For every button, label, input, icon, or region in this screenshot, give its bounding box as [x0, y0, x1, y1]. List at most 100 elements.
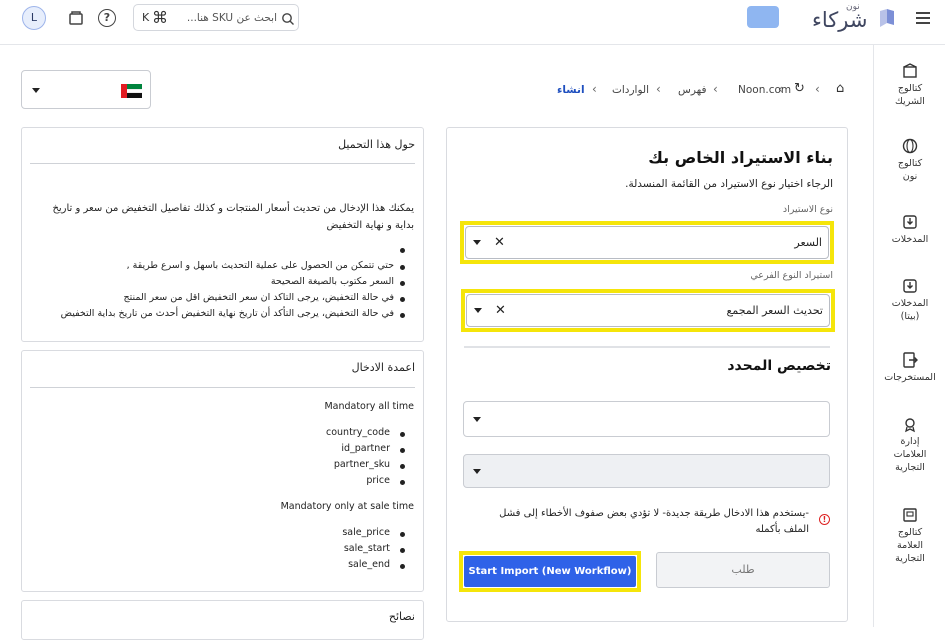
top-bar: L ? K ⌘ ابحث عن SKU هنا... نون شركاء: [0, 0, 945, 45]
divider: [30, 163, 415, 164]
logo-icon: [880, 9, 894, 27]
chevron-down-icon: [473, 469, 481, 474]
inbox-icon: [903, 215, 917, 229]
home-icon[interactable]: ⌂: [836, 81, 844, 96]
refresh-icon[interactable]: ↻: [794, 81, 805, 96]
inbox-icon: [903, 279, 917, 293]
sidebar-item-label: المدخلات (بيتا): [891, 298, 929, 322]
sidebar-item-label: المدخلات: [891, 234, 929, 245]
import-type-label: نوع الاستيراد: [782, 204, 833, 215]
import-type-value: السعر: [794, 236, 822, 249]
sidebar-item-label: المستخرجات: [884, 372, 936, 383]
store-icon[interactable]: [67, 9, 85, 27]
form-title: بناء الاستيراد الخاص بك: [648, 148, 833, 167]
column-field: partner_sku: [333, 459, 390, 470]
about-bullet: السعر مكتوب بالصيغة الصحيحة: [270, 276, 394, 287]
sidebar-item-inputs-beta[interactable]: المدخلات (بيتا): [874, 277, 945, 323]
clear-icon[interactable]: ✕: [494, 236, 505, 249]
catalog-icon: [903, 508, 917, 522]
breadcrumb-index[interactable]: فهرس: [678, 84, 706, 96]
search-bar[interactable]: K ⌘ ابحث عن SKU هنا...: [133, 4, 299, 31]
request-button-label: طلب: [731, 563, 755, 576]
sidebar-item-brand-catalog[interactable]: كتالوج العلامة التجارية: [874, 506, 945, 565]
breadcrumb-current: انشاء: [557, 84, 585, 96]
search-icon: [281, 11, 295, 25]
sidebar-item-noon-catalog[interactable]: كتالوج نون: [874, 137, 945, 183]
customize-select-2[interactable]: [463, 454, 830, 488]
column-field: price: [366, 475, 390, 486]
chevron-icon: ‹: [713, 82, 718, 96]
bullet: [400, 297, 405, 302]
request-button[interactable]: طلب: [656, 552, 830, 588]
column-field: sale_price: [342, 527, 390, 538]
import-type-select[interactable]: ✕ السعر: [465, 226, 829, 259]
columns-title: اعمدة الادخال: [351, 361, 415, 374]
import-form-panel: بناء الاستيراد الخاص بك الرجاء اختيار نو…: [446, 127, 848, 622]
column-field: country_code: [326, 427, 390, 438]
language-button[interactable]: [747, 6, 779, 28]
clear-icon[interactable]: ✕: [495, 304, 506, 317]
column-field: sale_start: [343, 543, 390, 554]
bullet: [400, 548, 405, 553]
form-subtitle: الرجاء اختيار نوع الاستيراد من القائمة ا…: [625, 178, 833, 190]
start-import-button[interactable]: Start Import (New Workflow): [464, 556, 636, 587]
divider: [464, 346, 830, 348]
bullet: [400, 281, 405, 286]
chevron-icon: ‹: [656, 82, 661, 96]
logo-main-text: شركاء: [812, 8, 868, 32]
uae-flag-icon: [121, 84, 142, 98]
bullet: [400, 432, 405, 437]
about-bullet: حتي تتمكن من الحصول على عملية التحديث با…: [126, 260, 394, 271]
sub-type-select[interactable]: ✕ تحديث السعر المجمع: [466, 294, 830, 327]
avatar-letter: L: [30, 11, 38, 24]
about-intro: يمكنك هذا الإدخال من تحديث أسعار المنتجا…: [52, 203, 414, 231]
sidebar-item-label: كتالوج نون: [897, 158, 923, 182]
menu-icon[interactable]: [916, 12, 930, 24]
bullet: [400, 313, 405, 318]
brand-icon: [905, 418, 915, 433]
cmd-icon: ⌘: [152, 8, 168, 27]
warning-text: -يستخدم هذا الادخال طريقة جديدة- لا تؤدي…: [499, 508, 809, 535]
sidebar-item-inputs[interactable]: المدخلات: [874, 213, 945, 246]
country-select[interactable]: [21, 70, 151, 109]
divider: [30, 387, 415, 388]
logo: نون شركاء: [810, 2, 900, 38]
tips-panel: نصائح: [21, 600, 424, 640]
mandatory-all-label: Mandatory all time: [324, 401, 414, 412]
chevron-icon: ‹: [592, 82, 597, 96]
bullet: [400, 448, 405, 453]
about-title: حول هذا التحميل: [338, 138, 415, 151]
about-bullet: في حالة التخفيض، يرجى التأكد أن تاريخ نه…: [60, 308, 394, 319]
box-icon: [903, 63, 917, 78]
customize-select-1[interactable]: [463, 401, 830, 437]
sidebar-item-brand-management[interactable]: إدارة العلامات التجارية: [874, 415, 945, 474]
tips-title: نصائح: [388, 610, 415, 623]
bullet: [400, 265, 405, 270]
about-panel: حول هذا التحميل يمكنك هذا الإدخال من تحد…: [21, 127, 424, 342]
warning-icon: !: [819, 514, 830, 525]
search-input[interactable]: ابحث عن SKU هنا...: [182, 12, 277, 24]
bullet: [400, 248, 405, 253]
bullet: [400, 564, 405, 569]
about-bullet: في حالة التخفيض، يرجى التاكد ان سعر التخ…: [123, 292, 394, 303]
breadcrumb-noon[interactable]: Noon.com: [738, 84, 791, 96]
bullet: [400, 464, 405, 469]
sidebar-item-label: إدارة العلامات التجارية: [893, 436, 927, 473]
chevron-down-icon: [473, 240, 481, 245]
bullet: [400, 480, 405, 485]
start-import-label: Start Import (New Workflow): [468, 566, 632, 577]
customize-title: تخصيص المحدد: [727, 358, 831, 374]
chevron-down-icon: [473, 417, 481, 422]
chevron-down-icon: [32, 88, 40, 93]
column-field: sale_end: [348, 559, 390, 570]
sidebar-item-partner-catalog[interactable]: كتالوج الشريك: [874, 62, 945, 108]
sub-type-label: استيراد النوع الفرعي: [750, 270, 833, 281]
mandatory-sale-label: Mandatory only at sale time: [280, 501, 414, 512]
sidebar: كتالوج الشريك كتالوج نون المدخلات المدخل…: [873, 45, 945, 627]
chevron-icon: ‹: [815, 82, 820, 96]
sidebar-item-label: كتالوج العلامة التجارية: [895, 527, 925, 564]
avatar[interactable]: L: [22, 6, 46, 30]
help-icon[interactable]: ?: [98, 9, 116, 27]
sidebar-item-exports[interactable]: المستخرجات: [874, 351, 945, 384]
breadcrumb-imports[interactable]: الواردات: [612, 84, 649, 96]
